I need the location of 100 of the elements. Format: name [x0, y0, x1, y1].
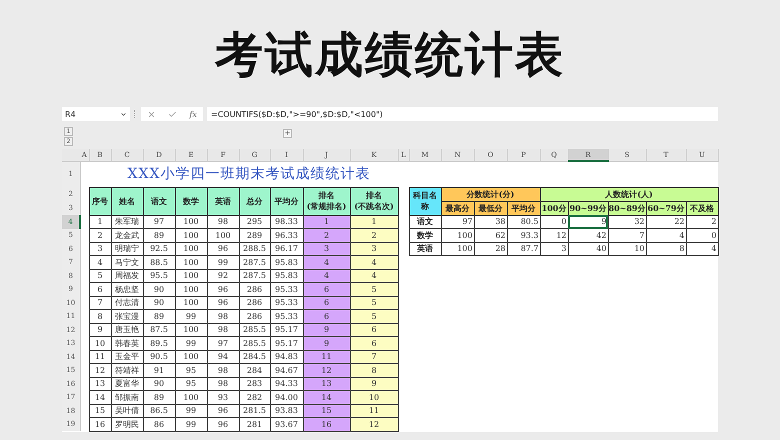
table-cell[interactable]: 22	[646, 215, 686, 228]
table-cell: 5	[350, 282, 398, 296]
table-cell[interactable]: 8	[646, 242, 686, 256]
table-cell: 2	[350, 228, 398, 242]
table-cell: 16	[89, 418, 111, 431]
table-cell: 16	[303, 418, 350, 431]
table-cell: 86.5	[143, 404, 175, 418]
column-heading: 语文	[143, 187, 175, 215]
table-cell: 93	[207, 390, 239, 404]
table-cell[interactable]: 12	[540, 228, 568, 242]
table-cell: 100	[175, 323, 207, 336]
table-cell: 94.33	[270, 377, 303, 390]
table-cell: 96.33	[270, 228, 303, 242]
column-heading: 90~99分	[568, 201, 608, 215]
table-cell: 99	[175, 418, 207, 431]
sheet-title: XXX小学四一班期末考试成绩统计表	[89, 161, 409, 187]
table-cell[interactable]: 0	[686, 228, 718, 242]
table-cell: 邹振南	[111, 390, 143, 404]
table-cell: 95.33	[270, 282, 303, 296]
table-cell: 10	[89, 336, 111, 350]
table-cell[interactable]: 40	[568, 242, 608, 256]
table-cell: 8	[350, 364, 398, 377]
table-cell[interactable]: 100	[441, 242, 474, 256]
table-cell: 吴叶倩	[111, 404, 143, 418]
table-cell: 1	[303, 215, 350, 228]
column-heading: 科目名称	[409, 187, 441, 215]
table-cell: 6	[89, 282, 111, 296]
table-cell: 95.33	[270, 296, 303, 310]
table-cell[interactable]: 62	[474, 228, 507, 242]
dropdown-caret-icon[interactable]	[120, 110, 127, 118]
cancel-icon[interactable]	[147, 110, 156, 118]
table-cell[interactable]: 100	[441, 228, 474, 242]
table-cell[interactable]: 9	[568, 215, 608, 228]
table-cell: 93.83	[270, 404, 303, 418]
table-cell: 13	[303, 377, 350, 390]
table-cell: 15	[303, 404, 350, 418]
table-cell: 张宝漫	[111, 310, 143, 323]
table-cell: 99	[175, 404, 207, 418]
column-heading: 总分	[239, 187, 270, 215]
formula-field[interactable]: =COUNTIFS($D:$D,">=90",$D:$D,"<100")	[207, 107, 718, 121]
table-cell: 100	[175, 215, 207, 228]
table-cell[interactable]: 80.5	[507, 215, 540, 228]
table-cell[interactable]: 93.3	[507, 228, 540, 242]
insert-function-button[interactable]: fx	[189, 110, 197, 118]
table-cell[interactable]: 87.7	[507, 242, 540, 256]
table-cell: 89	[143, 390, 175, 404]
column-heading: 英语	[207, 187, 239, 215]
table-cell[interactable]: 38	[474, 215, 507, 228]
table-cell: 6	[303, 310, 350, 323]
table-cell: 10	[350, 390, 398, 404]
table-cell: 英语	[409, 242, 441, 256]
column-heading: 姓名	[111, 187, 143, 215]
name-box[interactable]: R4	[62, 107, 130, 121]
table-cell: 100	[207, 228, 239, 242]
column-heading: 最低分	[474, 201, 507, 215]
table-cell[interactable]: 3	[540, 242, 568, 256]
table-cell: 97	[143, 215, 175, 228]
table-cell[interactable]: 7	[608, 228, 646, 242]
column-heading: 最高分	[441, 201, 474, 215]
table-cell[interactable]: 2	[686, 215, 718, 228]
table-cell: 90	[143, 296, 175, 310]
table-cell: 6	[303, 282, 350, 296]
table-cell: 3	[89, 242, 111, 256]
table-cell: 14	[303, 390, 350, 404]
table-cell: 98.33	[270, 215, 303, 228]
table-cell: 罗明民	[111, 418, 143, 431]
table-cell: 韩春英	[111, 336, 143, 350]
table-cell[interactable]: 4	[686, 242, 718, 256]
table-cell: 100	[175, 228, 207, 242]
check-icon[interactable]	[168, 110, 178, 118]
table-cell: 9	[350, 377, 398, 390]
table-cell: 玉金平	[111, 350, 143, 364]
table-cell: 91	[143, 364, 175, 377]
table-cell[interactable]: 10	[608, 242, 646, 256]
table-cell: 1	[89, 215, 111, 228]
table-cell: 96.17	[270, 242, 303, 256]
table-cell[interactable]: 0	[540, 215, 568, 228]
group-heading: 分数统计(分)	[441, 187, 540, 201]
table-cell[interactable]: 32	[608, 215, 646, 228]
table-cell: 99	[175, 310, 207, 323]
table-cell: 86	[143, 418, 175, 431]
column-heading: 序号	[89, 187, 111, 215]
column-heading: 不及格	[686, 201, 718, 215]
table-cell[interactable]: 4	[646, 228, 686, 242]
table-cell: 2	[89, 228, 111, 242]
table-cell[interactable]: 97	[441, 215, 474, 228]
table-cell: 100	[175, 390, 207, 404]
table-cell: 11	[89, 350, 111, 364]
column-heading: 80~89分	[608, 201, 646, 215]
table-cell: 6	[350, 323, 398, 336]
table-cell: 95.17	[270, 336, 303, 350]
table-cell: 夏富华	[111, 377, 143, 390]
table-cell: 8	[89, 310, 111, 323]
table-cell[interactable]: 28	[474, 242, 507, 256]
table-cell[interactable]: 42	[568, 228, 608, 242]
table-cell: 96	[207, 404, 239, 418]
table-cell: 95	[175, 377, 207, 390]
table-cell: 97	[207, 336, 239, 350]
column-heading: 平均分	[507, 201, 540, 215]
table-cell: 14	[89, 390, 111, 404]
